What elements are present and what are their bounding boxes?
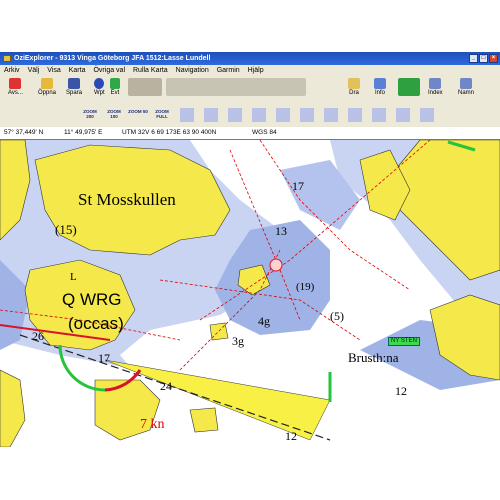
secondary-toolbar: ZOOM 200 ZOOM 100 ZOOM 50 ZOOM FULL bbox=[0, 104, 500, 128]
zoom-100-button[interactable]: ZOOM 100 bbox=[104, 109, 124, 119]
current-speed-label: 7 kn bbox=[140, 417, 165, 432]
menu-rulla-karta[interactable]: Rulla Karta bbox=[129, 65, 172, 76]
depth-12-south: 12 bbox=[285, 429, 297, 443]
app-icon bbox=[3, 55, 11, 62]
menu-karta[interactable]: Karta bbox=[65, 65, 90, 76]
waypoint-label[interactable]: NY STEN bbox=[388, 337, 420, 346]
depth-3: 3g bbox=[232, 334, 244, 348]
depth-19: (19) bbox=[296, 281, 315, 293]
label-q-wrg: Q WRG bbox=[62, 290, 122, 309]
waypoint-button[interactable]: Wpt bbox=[94, 78, 105, 97]
close-icon[interactable]: × bbox=[489, 54, 498, 63]
maximize-icon[interactable]: □ bbox=[479, 54, 488, 63]
name-button[interactable]: Namn bbox=[458, 78, 474, 97]
depth-26: 26 bbox=[32, 329, 44, 343]
event-button[interactable]: Evt bbox=[110, 78, 120, 97]
menu-valj[interactable]: Välj bbox=[24, 65, 44, 76]
show-hide-icons bbox=[166, 78, 306, 96]
menu-garmin[interactable]: Garmin bbox=[213, 65, 244, 76]
minimize-icon[interactable]: _ bbox=[469, 54, 478, 63]
hand-icon bbox=[348, 78, 360, 89]
latitude-readout: 57° 37,449' N bbox=[4, 129, 44, 136]
folder-icon bbox=[41, 78, 53, 89]
menu-bar: Arkiv Välj Visa Karta Övriga val Rulla K… bbox=[0, 65, 500, 76]
status-bar: 57° 37,449' N 11° 49,975' E UTM 32V 6 69… bbox=[0, 127, 500, 140]
label-occas: (occas) bbox=[68, 314, 124, 333]
show-tools[interactable] bbox=[166, 78, 306, 97]
zoom-50-button[interactable]: ZOOM 50 bbox=[128, 109, 148, 119]
waypoint-icon bbox=[94, 78, 105, 89]
nautical-chart-map[interactable]: St Mosskullen Q WRG (occas) L Brusth:na … bbox=[0, 140, 500, 447]
menu-arkiv[interactable]: Arkiv bbox=[0, 65, 24, 76]
main-toolbar: Avs... Öppna Spara Wpt Evt 100 ▼ Dra Inf… bbox=[0, 76, 500, 166]
move-arrows-icon bbox=[398, 78, 420, 96]
zoom-full-button[interactable]: ZOOM FULL bbox=[152, 109, 172, 119]
depth-17: 17 bbox=[292, 179, 304, 193]
rock bbox=[189, 407, 219, 433]
avs-button[interactable]: Avs... bbox=[8, 78, 23, 97]
window-title: OziExplorer - 9313 Vinga Göteborg JFA 15… bbox=[14, 55, 211, 62]
menu-visa[interactable]: Visa bbox=[43, 65, 65, 76]
event-icon bbox=[110, 78, 120, 89]
track-icons bbox=[128, 78, 162, 96]
zoom-200-button[interactable]: ZOOM 200 bbox=[80, 109, 100, 119]
disk-icon bbox=[68, 78, 80, 89]
bottom-blank bbox=[0, 447, 500, 500]
track-tools[interactable] bbox=[128, 78, 162, 97]
utm-readout: UTM 32V 6 69 173E 63 90 400N bbox=[122, 129, 217, 136]
label-st-mosskullen: St Mosskullen bbox=[78, 190, 176, 209]
menu-ovriga-val[interactable]: Övriga val bbox=[89, 65, 129, 76]
arrows-button[interactable] bbox=[398, 78, 420, 97]
open-button[interactable]: Öppna bbox=[38, 78, 56, 97]
window-controls: _ □ × bbox=[469, 54, 498, 63]
depth-15: (15) bbox=[55, 222, 77, 237]
index-icon bbox=[429, 78, 442, 89]
datum-readout: WGS 84 bbox=[252, 129, 277, 136]
name-icon bbox=[460, 78, 472, 89]
gps-tools[interactable] bbox=[180, 108, 440, 122]
menu-navigation[interactable]: Navigation bbox=[172, 65, 213, 76]
info-button[interactable]: Info bbox=[374, 78, 386, 97]
lighthouse-icon bbox=[269, 258, 283, 272]
depth-24: 24 bbox=[160, 379, 172, 393]
depth-13: 13 bbox=[275, 224, 287, 238]
depth-17-south: 17 bbox=[98, 351, 110, 365]
info-icon bbox=[374, 78, 386, 89]
depth-4: 4g bbox=[258, 314, 270, 328]
window-title-bar: OziExplorer - 9313 Vinga Göteborg JFA 15… bbox=[0, 52, 500, 65]
label-l: L bbox=[70, 271, 77, 283]
drag-button[interactable]: Dra bbox=[348, 78, 360, 97]
index-button[interactable]: Index bbox=[428, 78, 443, 97]
longitude-readout: 11° 49,975' E bbox=[64, 129, 103, 136]
depth-12-east: 12 bbox=[395, 384, 407, 398]
depth-5: (5) bbox=[330, 309, 344, 323]
menu-hjalp[interactable]: Hjälp bbox=[244, 65, 268, 76]
save-button[interactable]: Spara bbox=[66, 78, 82, 97]
exit-icon bbox=[9, 78, 22, 89]
label-brusthna: Brusth:na bbox=[348, 350, 399, 365]
